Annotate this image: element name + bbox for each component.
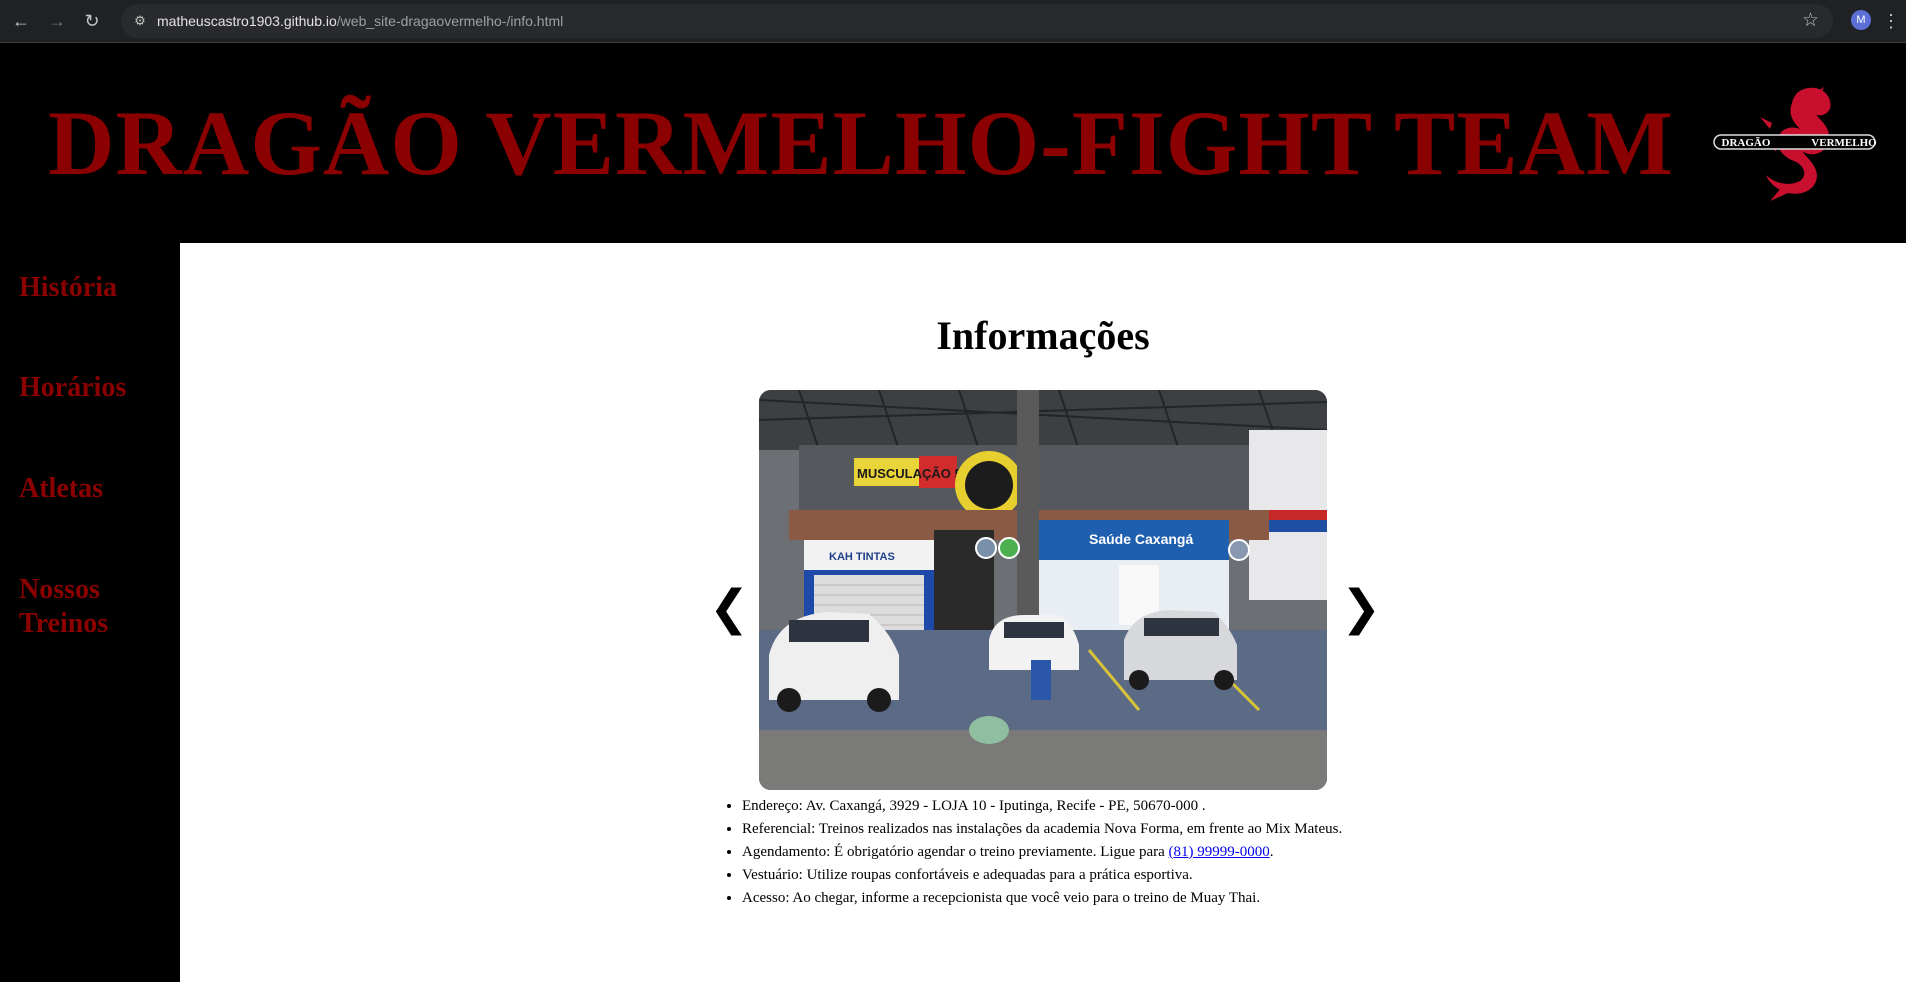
sidebar-item-nossos-treinos[interactable]: Nossos Treinos [19,573,169,641]
url-text[interactable]: matheuscastro1903.github.io/web_site-dra… [157,12,563,30]
scheduling-text-end: . [1269,844,1274,860]
sidebar: História Horários Atletas Nossos Treinos [0,243,180,982]
url-path: /web_site-dragaovermelho-/info.html [336,13,564,29]
list-item-access: Acesso: Ao chegar, informe a recepcionis… [742,887,1342,910]
car-right [1124,610,1237,690]
sidebar-item-horarios[interactable]: Horários [19,371,169,405]
list-item-clothing: Vestuário: Utilize roupas confortáveis e… [742,864,1342,887]
scheduling-text: Agendamento: É obrigatório agendar o tre… [742,844,1169,860]
forward-arrow-icon[interactable]: → [45,9,69,33]
kebab-menu-icon[interactable]: ⋮ [1882,9,1900,33]
list-item-reference: Referencial: Treinos realizados nas inst… [742,818,1342,841]
site-title: DRAGÃO VERMELHO-FIGHT TEAM [48,92,1674,194]
shop-right-sign: Saúde Caxangá [1089,531,1193,547]
car-left [769,612,899,712]
list-item-scheduling: Agendamento: É obrigatório agendar o tre… [742,841,1342,864]
address-bar[interactable]: ⚙ matheuscastro1903.github.io/web_site-d… [121,4,1833,38]
reload-icon[interactable]: ↻ [80,9,104,33]
logo-text-left: DRAGÃO [1722,137,1771,149]
list-item-address: Endereço: Av. Caxangá, 3929 - LOJA 10 - … [742,795,1342,818]
phone-link[interactable]: (81) 99999-0000 [1169,844,1270,860]
site-settings-icon[interactable]: ⚙ [131,12,149,30]
carousel-next-button[interactable]: ❯ [1341,583,1381,633]
carousel-prev-button[interactable]: ❮ [709,583,749,633]
profile-avatar[interactable]: M [1851,10,1871,30]
site-header: DRAGÃO VERMELHO-FIGHT TEAM DRAGÃO VERMEL… [0,43,1906,243]
logo-text-right: VERMELHO [1811,137,1877,149]
star-icon[interactable]: ☆ [1802,10,1819,32]
main-content: Informações ❮ MUSCULAÇÃO 59,90 KAH TINTA… [180,243,1906,982]
back-arrow-icon[interactable]: ← [9,9,33,33]
storefront-photo: MUSCULAÇÃO 59,90 KAH TINTAS Saúde Caxang… [759,390,1327,790]
browser-toolbar: ← → ↻ ⚙ matheuscastro1903.github.io/web_… [0,0,1906,43]
url-domain: matheuscastro1903.github.io [157,13,337,29]
shop-left-sign: KAH TINTAS [829,551,895,563]
carousel-image: MUSCULAÇÃO 59,90 KAH TINTAS Saúde Caxang… [759,390,1327,790]
sidebar-item-historia[interactable]: História [19,271,169,305]
dragon-logo: DRAGÃO VERMELHO [1713,87,1877,201]
info-list: Endereço: Av. Caxangá, 3929 - LOJA 10 - … [722,795,1342,910]
sidebar-item-atletas[interactable]: Atletas [19,472,169,506]
page-title: Informações [936,313,1150,358]
